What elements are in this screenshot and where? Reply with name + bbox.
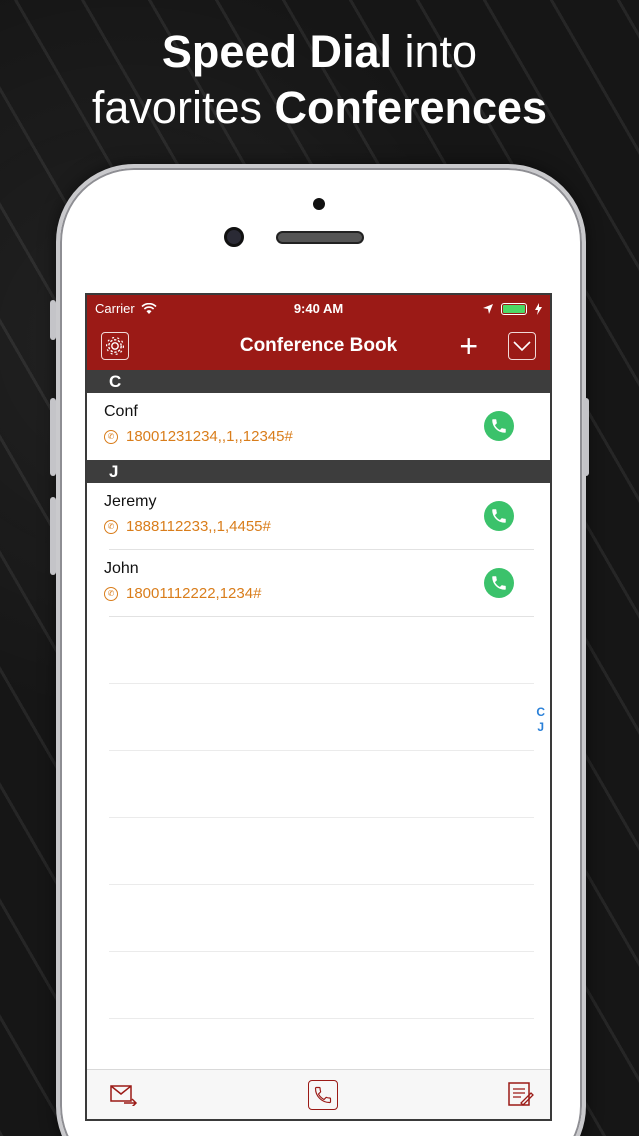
- index-letter-j[interactable]: J: [536, 720, 545, 735]
- small-phone-icon: ✆: [104, 586, 118, 601]
- call-button[interactable]: [484, 411, 514, 441]
- headline: Speed Dial into favorites Conferences: [0, 24, 639, 136]
- status-time: 9:40 AM: [293, 301, 344, 316]
- small-phone-icon: ✆: [104, 519, 118, 534]
- contact-name: Jeremy: [104, 493, 157, 510]
- contact-number-group: ✆ 1888112233,,1,4455#: [104, 518, 271, 535]
- contact-name: Conf: [104, 403, 138, 420]
- contact-number: 1888112233,,1,4455#: [126, 518, 271, 535]
- app-screen: Carrier 9:40 AM Conference Book + C Conf…: [85, 293, 552, 1121]
- earpiece-speaker: [276, 231, 364, 244]
- empty-row: [109, 617, 534, 684]
- list-item[interactable]: Conf ✆ 18001231234,,1,,12345#: [87, 393, 550, 460]
- contact-list: C Conf ✆ 18001231234,,1,,12345# J Jeremy…: [87, 370, 550, 1019]
- gear-icon: [106, 337, 124, 355]
- phone-volume-up: [50, 398, 56, 476]
- headline-bold-2: Conferences: [274, 82, 548, 133]
- status-bar: Carrier 9:40 AM: [87, 295, 550, 322]
- empty-row: [109, 885, 534, 952]
- section-index[interactable]: C J: [536, 705, 545, 735]
- status-right: [483, 302, 542, 315]
- call-button[interactable]: [484, 501, 514, 531]
- empty-row: [109, 751, 534, 818]
- chevron-down-icon: [513, 341, 531, 352]
- notes-button[interactable]: [506, 1080, 536, 1110]
- notes-icon: [508, 1081, 534, 1106]
- phone-side-button: [50, 300, 56, 340]
- phone-power-button: [583, 398, 589, 476]
- empty-row: [109, 818, 534, 885]
- front-camera: [313, 198, 325, 210]
- section-header-j: J: [87, 460, 550, 483]
- menu-button[interactable]: [508, 332, 536, 360]
- headline-line-2: favorites Conferences: [0, 80, 639, 136]
- contact-number: 18001231234,,1,,12345#: [126, 428, 293, 445]
- small-phone-icon: ✆: [104, 429, 118, 444]
- plus-icon: +: [459, 328, 478, 364]
- charging-bolt-icon: [535, 302, 542, 315]
- send-mail-button[interactable]: [109, 1080, 139, 1110]
- empty-row: [109, 952, 534, 1019]
- phone-icon: [492, 509, 506, 523]
- phone-volume-down: [50, 497, 56, 575]
- headline-text-1: into: [392, 26, 478, 77]
- list-item[interactable]: Jeremy ✆ 1888112233,,1,4455#: [87, 483, 550, 550]
- contact-number: 18001112222,1234#: [126, 585, 262, 602]
- phone-icon: [492, 576, 506, 590]
- row-separator: [109, 616, 534, 617]
- headline-line-1: Speed Dial into: [0, 24, 639, 80]
- dial-button[interactable]: [307, 1079, 338, 1110]
- contact-number-group: ✆ 18001231234,,1,,12345#: [104, 428, 293, 445]
- bottom-toolbar: [87, 1069, 550, 1119]
- navigation-bar: Conference Book +: [87, 322, 550, 370]
- location-arrow-icon: [483, 303, 493, 314]
- phone-icon: [492, 419, 506, 433]
- contact-number-group: ✆ 18001112222,1234#: [104, 585, 261, 602]
- index-letter-c[interactable]: C: [536, 705, 545, 720]
- battery-icon: [501, 302, 527, 315]
- list-item[interactable]: John ✆ 18001112222,1234#: [87, 550, 550, 617]
- camera-lens: [224, 227, 244, 247]
- section-header-c: C: [87, 370, 550, 393]
- phone-icon: [314, 1086, 331, 1103]
- headline-text-2: favorites: [91, 82, 275, 133]
- mail-send-icon: [110, 1084, 138, 1106]
- call-button[interactable]: [484, 568, 514, 598]
- headline-bold-1: Speed Dial: [161, 26, 392, 77]
- empty-row: [109, 684, 534, 751]
- page-title: Conference Book: [239, 335, 398, 356]
- empty-rows: [87, 617, 550, 1019]
- settings-button[interactable]: [101, 332, 129, 360]
- add-button[interactable]: +: [459, 330, 478, 362]
- contact-name: John: [104, 560, 139, 577]
